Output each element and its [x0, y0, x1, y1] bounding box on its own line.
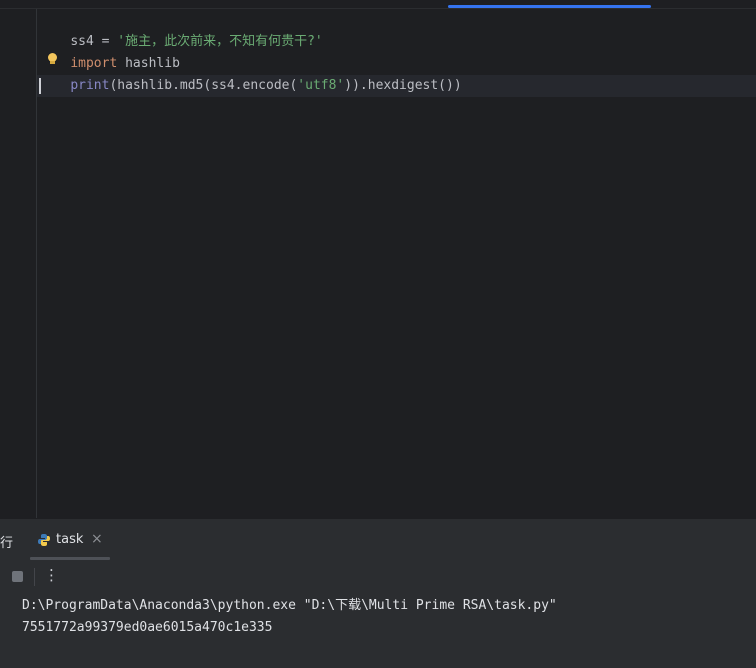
horizontal-scroll-thumb[interactable] [448, 5, 651, 8]
close-icon[interactable]: × [91, 531, 103, 547]
code-line-2[interactable]: import hashlib [39, 31, 180, 71]
text-caret [39, 78, 41, 94]
tab-task[interactable]: task × [30, 519, 110, 560]
tab-run-partial[interactable]: 行 [0, 532, 13, 551]
console-line-output: 7551772a99379ed0ae6015a470c1e335 [22, 620, 273, 635]
tab-task-label: task [56, 532, 84, 547]
code-line-1[interactable]: ss4 = '施主，此次前来，不知有何贵干?' [39, 9, 322, 49]
lightbulb-icon-base [50, 61, 55, 64]
stop-icon[interactable] [12, 571, 23, 582]
run-console-output[interactable]: D:\ProgramData\Anaconda3\python.exe "D:\… [0, 594, 756, 668]
more-options-icon[interactable]: ⋮ [44, 566, 59, 584]
tool-window-tabs: 行 task × [0, 518, 756, 561]
code-token: )).hexdigest()) [344, 78, 462, 93]
toolbar-separator [34, 568, 35, 586]
python-icon [38, 534, 50, 546]
code-token-builtin: print [70, 78, 110, 93]
code-editor[interactable]: ss4 = '施主，此次前来，不知有何贵干?' import hashlib p… [0, 0, 756, 518]
code-line-3[interactable]: print(hashlib.md5(ss4.encode('utf8')).he… [39, 53, 461, 93]
gutter-divider [36, 9, 37, 518]
console-line-command: D:\ProgramData\Anaconda3\python.exe "D:\… [22, 598, 557, 613]
code-token: (hashlib.md5(ss4.encode( [109, 78, 298, 93]
run-toolbar: ⋮ [0, 560, 756, 594]
code-token-string: 'utf8' [297, 78, 345, 93]
